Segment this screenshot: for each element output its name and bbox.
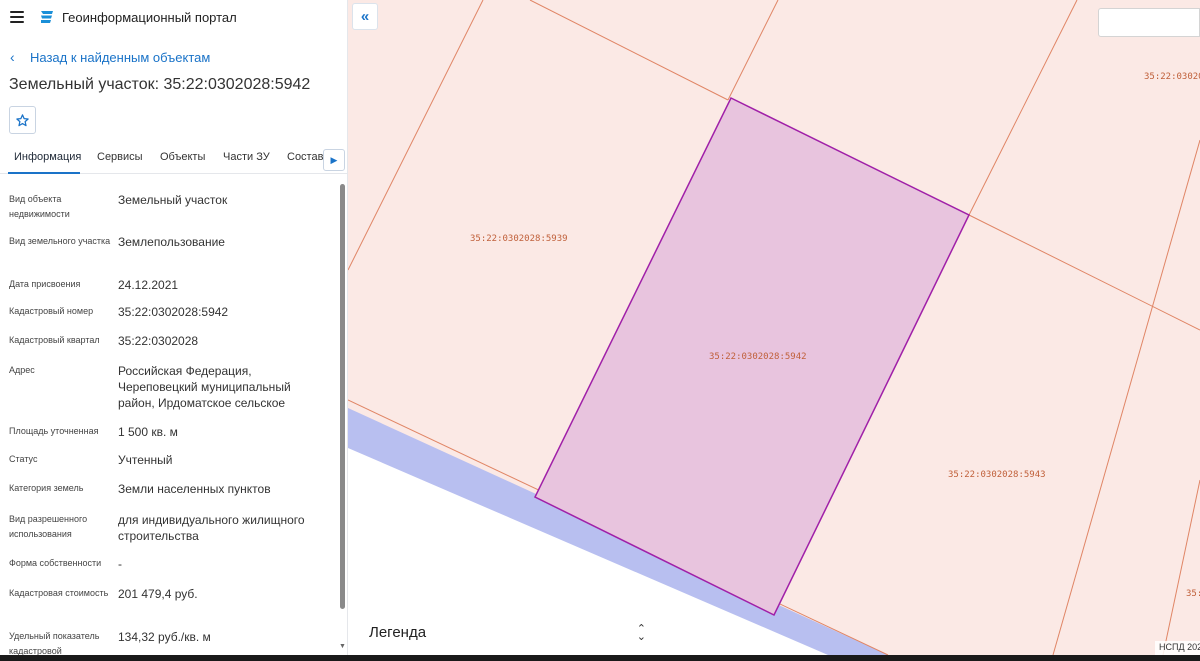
info-value: 201 479,4 руб. xyxy=(118,587,198,601)
tab-bar: Информация Сервисы Объекты Части ЗУ Сост… xyxy=(0,146,347,174)
info-label: Вид разрешенного использования xyxy=(9,514,88,539)
caret-right-icon: ▶ xyxy=(330,154,338,165)
map-copyright: НСПД 202 xyxy=(1155,641,1200,655)
tab-services[interactable]: Сервисы xyxy=(97,151,143,163)
legend-panel[interactable]: Легенда ⌃ ⌄ xyxy=(358,617,660,648)
info-value: Земельный участок xyxy=(118,193,228,207)
info-label: Адрес xyxy=(9,365,35,375)
info-label: Кадастровая стоимость xyxy=(9,588,109,598)
map-canvas xyxy=(348,0,1200,655)
favorite-button[interactable] xyxy=(9,106,36,134)
page-title: Земельный участок: 35:22:0302028:5942 xyxy=(9,76,311,93)
collapse-panel-button[interactable]: « xyxy=(352,3,378,30)
legend-label: Легенда xyxy=(369,624,427,641)
info-value: для индивидуального жилищного строительс… xyxy=(118,513,305,543)
tab-objects[interactable]: Объекты xyxy=(160,151,205,163)
info-label: Статус xyxy=(9,454,38,464)
info-label: Площадь уточненная xyxy=(9,426,99,436)
info-label: Категория земель xyxy=(9,483,84,493)
panel-scrollbar-thumb[interactable] xyxy=(340,184,345,609)
info-label: Вид объекта недвижимости xyxy=(9,194,70,219)
info-label: Форма собственности xyxy=(9,558,102,568)
chevron-left-icon: ‹ xyxy=(10,49,15,65)
portal-logo-icon xyxy=(41,11,53,23)
info-panel: Геоинформационный портал ‹ Назад к найде… xyxy=(0,0,348,661)
parcel-label: 35:22:0302028 xyxy=(1144,72,1200,82)
os-taskbar xyxy=(0,655,1200,661)
back-link-label: Назад к найденным объектам xyxy=(30,49,211,65)
app-title: Геоинформационный портал xyxy=(62,10,237,25)
parcel-label: 35:22:0302028:5939 xyxy=(470,234,568,244)
info-value: - xyxy=(118,557,122,571)
info-value: 35:22:0302028:5942 xyxy=(118,305,229,319)
info-label: Дата присвоения xyxy=(9,279,81,289)
tab-parcel-parts[interactable]: Части ЗУ xyxy=(223,151,270,163)
back-to-results-link[interactable]: ‹ Назад к найденным объектам xyxy=(10,49,210,65)
parcel-label: 35:22: xyxy=(1186,589,1200,599)
tab-information[interactable]: Информация xyxy=(14,151,81,163)
top-bar: Геоинформационный портал xyxy=(0,0,347,34)
info-value: 24.12.2021 xyxy=(118,278,179,292)
info-value: Земли населенных пунктов xyxy=(118,482,271,496)
info-label: Кадастровый номер xyxy=(9,306,94,316)
info-value: 35:22:0302028 xyxy=(118,334,199,348)
info-label: Кадастровый квартал xyxy=(9,335,100,345)
active-tab-indicator xyxy=(8,172,80,174)
hamburger-icon[interactable] xyxy=(10,11,24,23)
map-search-input[interactable] xyxy=(1098,8,1200,37)
double-chevron-left-icon: « xyxy=(360,8,370,25)
cadastral-map[interactable]: 35:22:0302028:5939 35:22:0302028:5942 35… xyxy=(348,0,1200,655)
info-label: Вид земельного участка xyxy=(9,236,111,246)
info-value: Российская Федерация, Череповецкий муниц… xyxy=(118,364,291,410)
info-value: Учтенный xyxy=(118,453,173,467)
parcel-label-selected: 35:22:0302028:5942 xyxy=(709,352,807,362)
parcel-label: 35:22:0302028:5943 xyxy=(948,470,1046,480)
scroll-down-icon[interactable]: ▼ xyxy=(339,643,346,650)
info-value: 1 500 кв. м xyxy=(118,425,178,439)
tabs-scroll-right-button[interactable]: ▶ xyxy=(323,149,345,171)
info-value: 134,32 руб./кв. м xyxy=(118,630,211,644)
expand-collapse-icon[interactable]: ⌃ ⌄ xyxy=(637,623,646,642)
tab-composition[interactable]: Состав xyxy=(287,151,323,163)
info-value: Землепользование xyxy=(118,235,225,249)
star-outline-icon xyxy=(16,113,29,126)
